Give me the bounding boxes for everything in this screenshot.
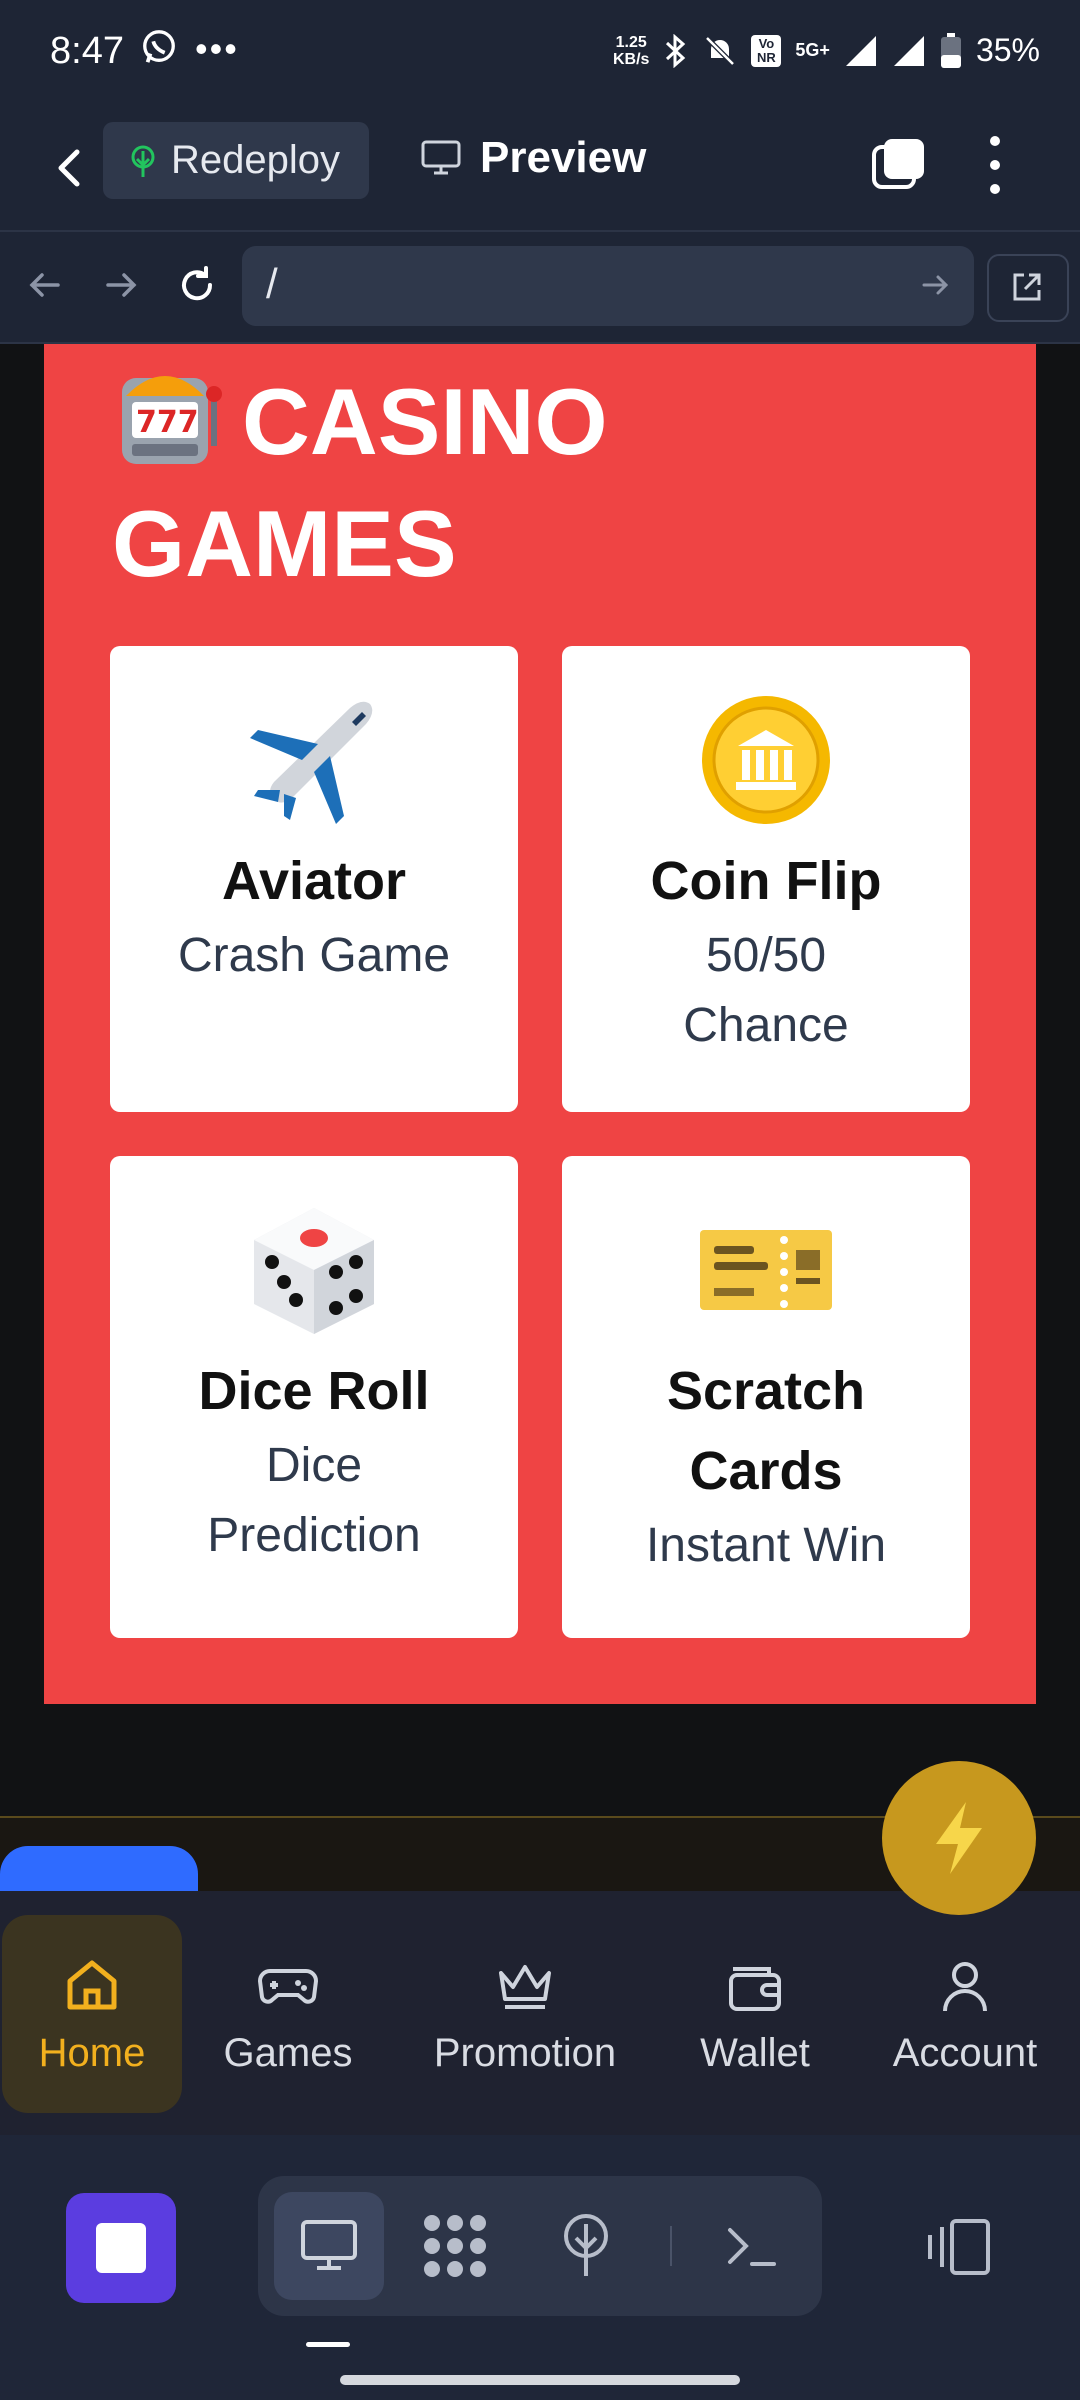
reload-icon[interactable] — [172, 260, 222, 310]
user-icon — [943, 1961, 987, 2011]
more-vertical-icon[interactable] — [985, 133, 1005, 197]
url-text: / — [266, 260, 278, 307]
game-name: Scratch Cards — [666, 1361, 866, 1501]
view-switcher — [258, 2176, 822, 2316]
volte-badge: Vo NR — [751, 34, 782, 67]
coin-icon — [702, 696, 830, 824]
nav-wallet[interactable]: Wallet — [672, 1915, 838, 2113]
deploy-tree-icon — [131, 145, 155, 177]
game-card-coin-flip[interactable]: Coin Flip 50/50 Chance — [562, 646, 970, 1112]
redeploy-button[interactable]: Redeploy — [103, 122, 369, 199]
ide-toolbar — [0, 2135, 1080, 2400]
app-bar: Redeploy Preview — [0, 105, 1080, 232]
monitor-icon — [301, 2220, 357, 2270]
separator — [670, 2226, 672, 2266]
nav-account-label: Account — [892, 2030, 1038, 2075]
terminal-icon[interactable] — [722, 2216, 782, 2276]
wallet-icon — [729, 1966, 781, 2011]
game-name: Dice Roll — [198, 1361, 430, 1421]
mute-icon — [705, 35, 736, 66]
redeploy-label: Redeploy — [171, 138, 341, 182]
external-link-icon — [1013, 273, 1041, 301]
airplane-icon — [250, 701, 373, 824]
status-bar: 8:47 ••• 1.25 KB/s Vo NR 5G+ 35% — [0, 0, 1080, 105]
ticket-icon — [700, 1230, 832, 1310]
status-icons: 1.25 KB/s Vo NR 5G+ 35% — [613, 32, 1040, 69]
grid-dots-icon[interactable] — [420, 2211, 490, 2281]
network-type: 5G+ — [795, 40, 830, 60]
game-subtitle: Instant Win — [645, 1519, 887, 1572]
dice-icon — [254, 1208, 374, 1334]
svg-text:777: 777 — [136, 405, 199, 440]
whatsapp-icon — [143, 30, 175, 63]
gamepad-icon — [257, 1968, 319, 2004]
preview-label: Preview — [480, 133, 647, 182]
stop-icon — [96, 2223, 146, 2273]
monitor-icon — [421, 140, 461, 175]
signal-icon-2 — [893, 35, 924, 66]
lightning-icon — [936, 1802, 982, 1874]
battery-level: 35% — [975, 32, 1040, 68]
gesture-home-bar[interactable] — [340, 2375, 740, 2385]
more-notifications-icon: ••• — [195, 28, 239, 69]
game-name: Coin Flip — [650, 851, 882, 911]
browser-toolbar: / — [0, 232, 1080, 344]
status-time: 8:47 — [50, 30, 124, 72]
open-external-button[interactable] — [987, 254, 1069, 322]
game-card-aviator[interactable]: Aviator Crash Game — [110, 646, 518, 1112]
go-arrow-icon[interactable] — [918, 268, 952, 302]
casino-games-panel: 777 CASINO GAMES Aviator Crash Game Coin… — [44, 344, 1036, 1704]
active-indicator — [306, 2342, 350, 2347]
back-arrow-icon[interactable] — [45, 138, 95, 198]
stop-button[interactable] — [66, 2193, 176, 2303]
url-field[interactable]: / — [242, 246, 974, 326]
preview-tab[interactable]: Preview — [420, 133, 646, 183]
game-subtitle: 50/50 Chance — [683, 929, 849, 1052]
game-subtitle: Crash Game — [177, 929, 451, 982]
nav-account[interactable]: Account — [870, 1915, 1060, 2113]
slot-machine-icon: 777 — [122, 376, 222, 464]
nav-home-label: Home — [38, 2030, 146, 2075]
game-card-scratch-cards[interactable]: Scratch Cards Instant Win — [562, 1156, 970, 1638]
nav-home[interactable]: Home — [2, 1915, 182, 2113]
home-icon — [67, 1960, 117, 2009]
nav-back-icon[interactable] — [20, 260, 70, 310]
bluetooth-icon — [666, 33, 686, 68]
nav-wallet-label: Wallet — [700, 2030, 810, 2075]
game-subtitle: Dice Prediction — [207, 1439, 421, 1562]
nav-forward-icon[interactable] — [96, 260, 146, 310]
page-title: 777 CASINO GAMES — [112, 356, 872, 605]
game-name: Aviator — [221, 851, 407, 911]
promo-tab[interactable] — [0, 1846, 198, 1893]
nav-promotion-label: Promotion — [433, 2030, 617, 2075]
net-speed: 1.25 KB/s — [612, 33, 650, 68]
game-card-dice-roll[interactable]: Dice Roll Dice Prediction — [110, 1156, 518, 1638]
tabs-switcher-icon[interactable] — [870, 135, 928, 193]
nav-games-label: Games — [223, 2030, 353, 2075]
preview-view-button[interactable] — [274, 2192, 384, 2300]
battery-icon — [940, 32, 961, 68]
nav-games[interactable]: Games — [200, 1915, 376, 2113]
webview-content: 777 CASINO GAMES Aviator Crash Game Coin… — [0, 344, 1080, 1816]
signal-icon — [845, 35, 876, 66]
crown-icon — [499, 1964, 551, 2009]
deploy-icon[interactable] — [554, 2210, 618, 2280]
nav-promotion[interactable]: Promotion — [410, 1915, 640, 2113]
quick-action-button[interactable] — [882, 1761, 1036, 1915]
bottom-navigation: Home Games Promotion Wallet Account — [0, 1891, 1080, 2135]
device-rotate-icon[interactable] — [924, 2215, 994, 2279]
